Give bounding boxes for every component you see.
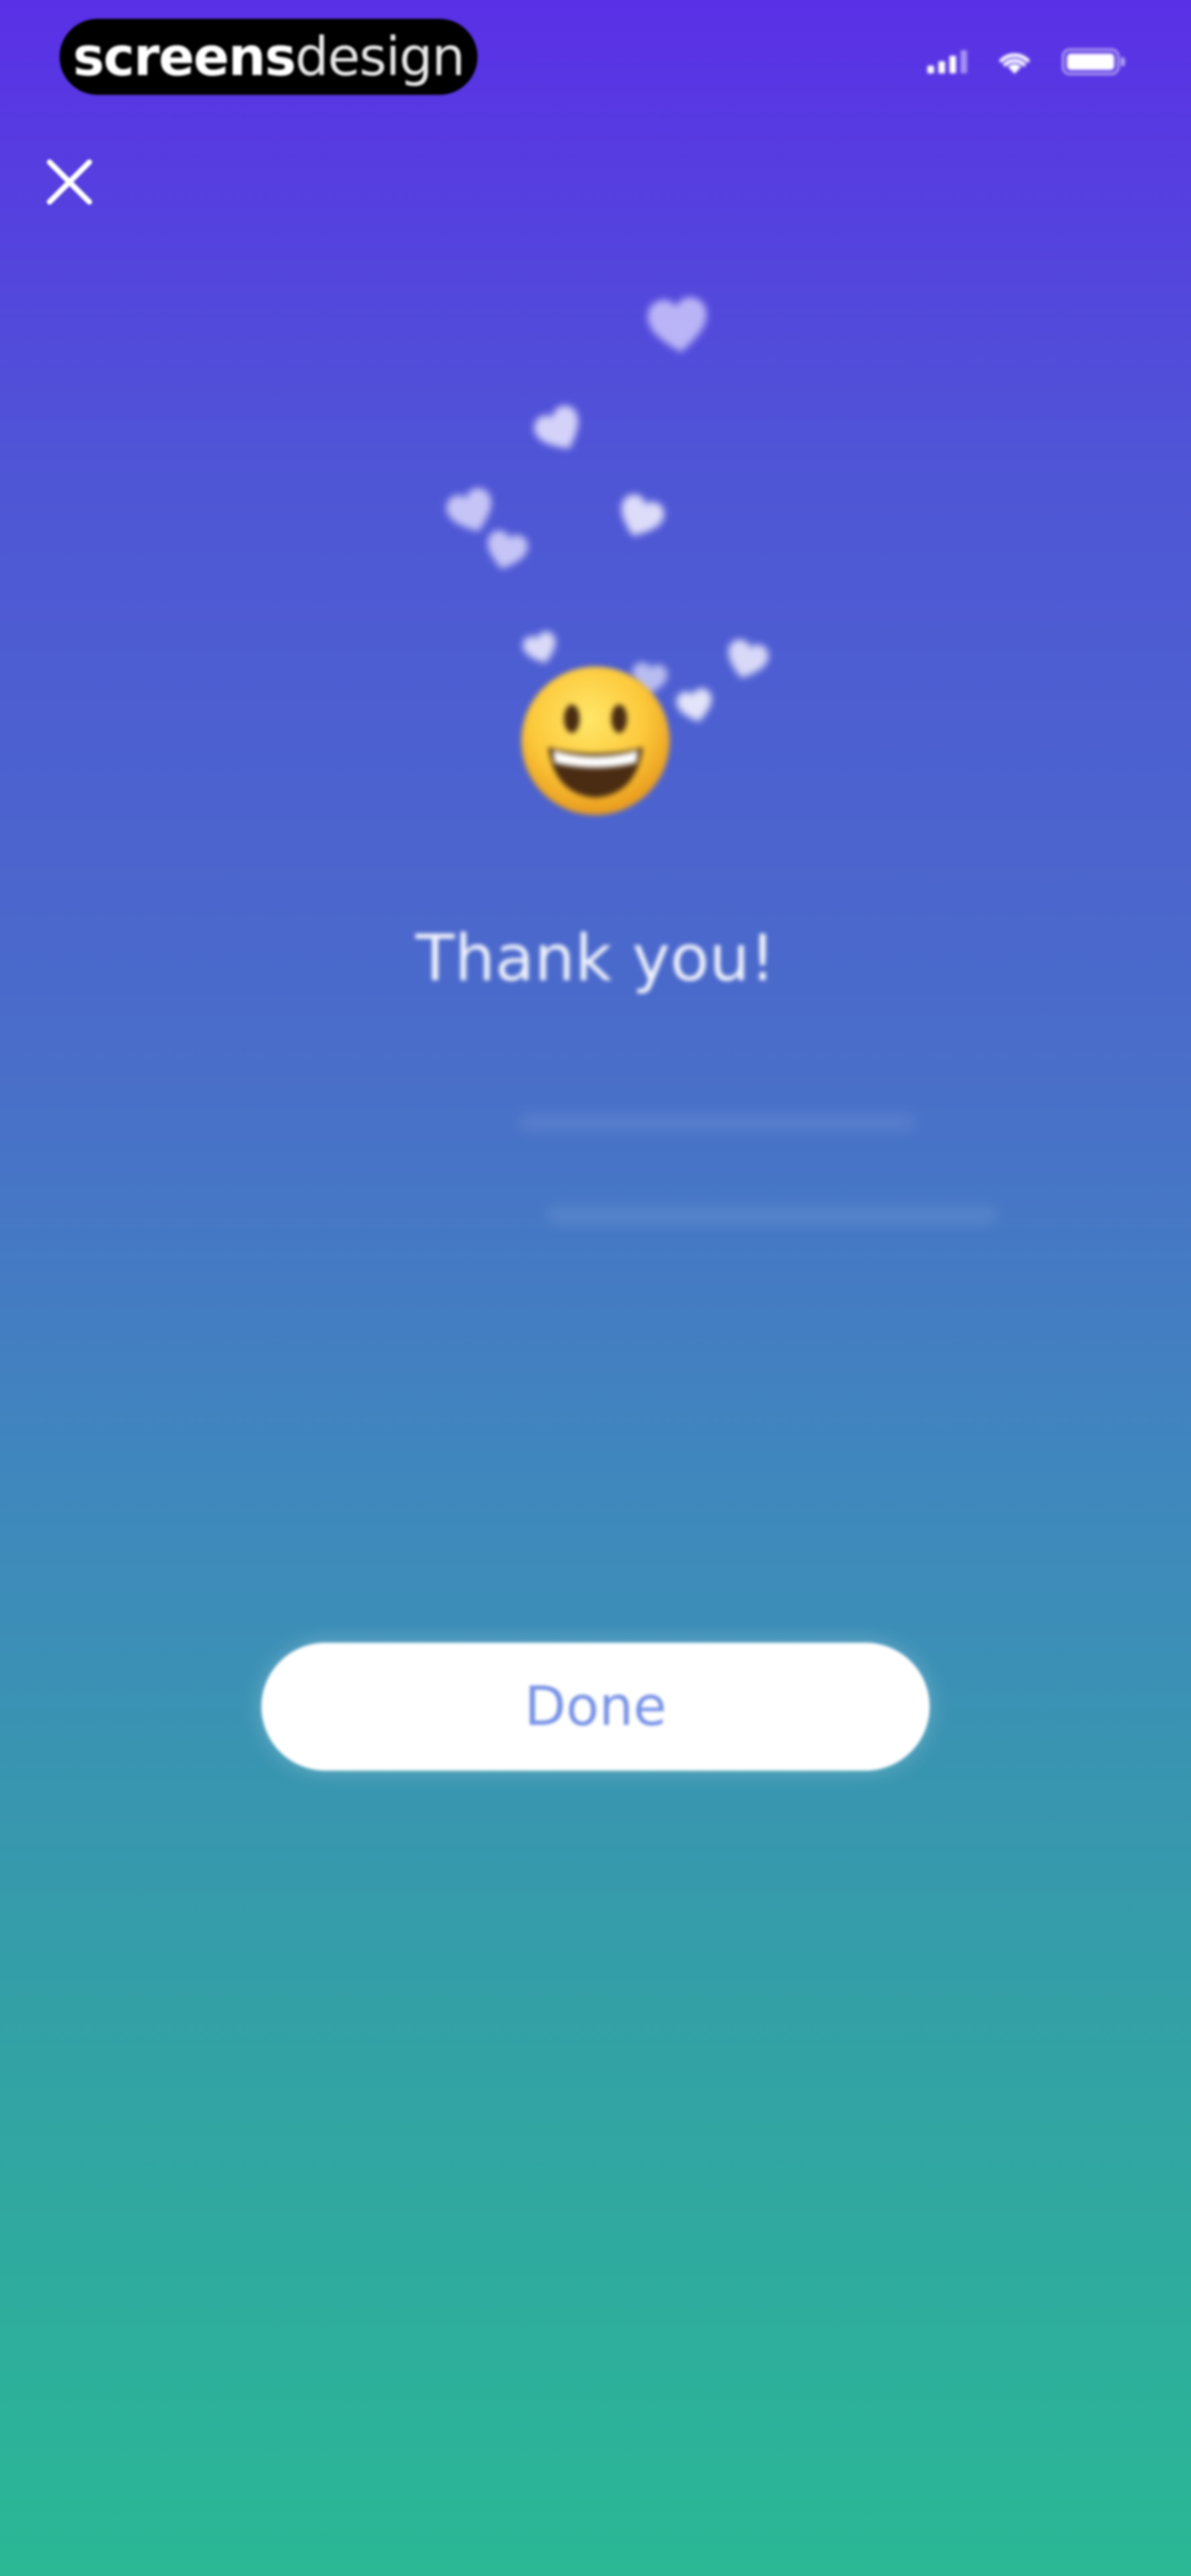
- heart-icon: [673, 685, 718, 727]
- done-button[interactable]: Done: [261, 1643, 930, 1771]
- grinning-face-icon: [517, 662, 674, 820]
- heart-icon: [720, 634, 773, 686]
- close-button[interactable]: [36, 149, 103, 215]
- brand-text-bold: screens: [73, 26, 296, 88]
- wifi-icon: [997, 49, 1032, 75]
- heart-icon: [610, 488, 670, 547]
- battery-icon: [1062, 49, 1125, 75]
- heart-icon: [480, 526, 533, 576]
- close-icon: [47, 159, 92, 205]
- body-text-placeholder: [546, 1206, 998, 1225]
- page-title: Thank you!: [415, 921, 776, 996]
- brand-text-light: design: [295, 26, 465, 88]
- body-text-placeholder: [518, 1113, 915, 1132]
- thank-you-screen: screens design Thank you! Done: [0, 0, 1191, 2576]
- signal-icon: [927, 50, 967, 73]
- brand-watermark: screens design: [60, 19, 478, 95]
- status-bar-icons: [927, 49, 1125, 75]
- heart-icon: [527, 398, 593, 462]
- heart-icon: [643, 292, 713, 359]
